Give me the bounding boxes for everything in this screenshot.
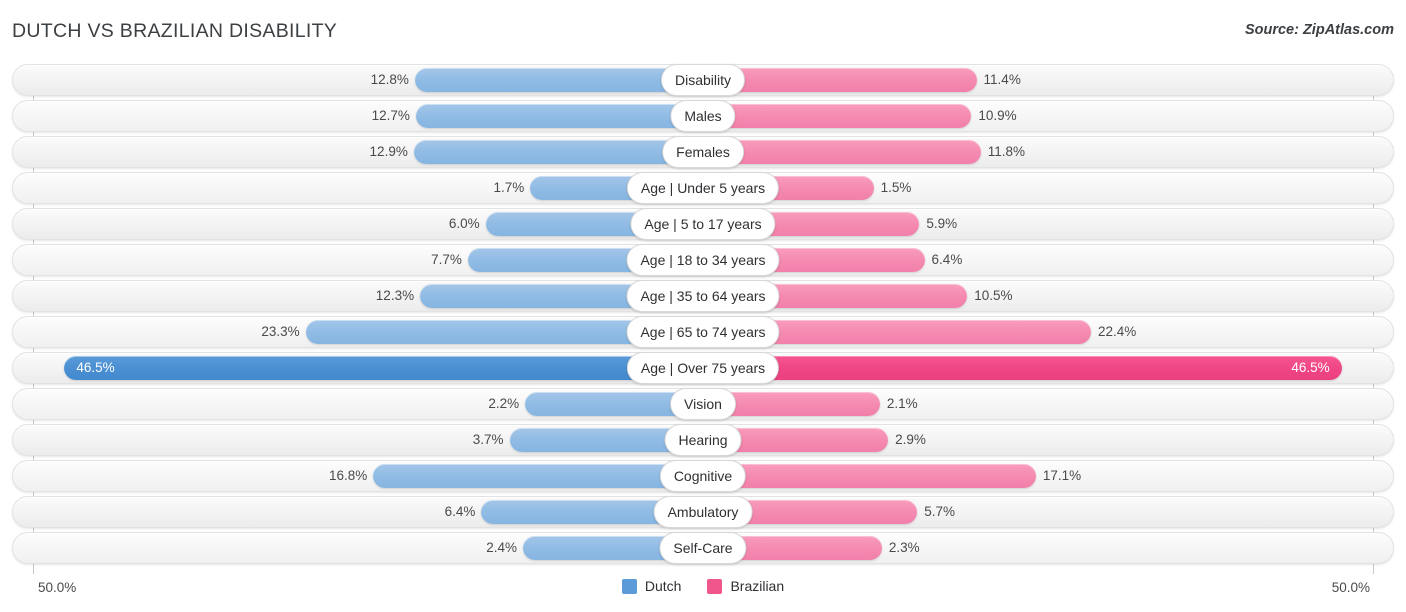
legend-label: Brazilian (730, 578, 784, 594)
bar-dutch (416, 104, 703, 128)
category-label-pill: Hearing (664, 424, 741, 456)
table-row: 2.2% 2.1% Vision (0, 386, 1406, 422)
value-label-brazilian: 6.4% (932, 242, 963, 278)
value-label-brazilian: 10.9% (978, 98, 1016, 134)
bar-dutch (64, 356, 703, 380)
category-label-pill: Ambulatory (654, 496, 753, 528)
value-label-dutch: 46.5% (76, 350, 114, 386)
bar-dutch (373, 464, 703, 488)
category-label-pill: Females (662, 136, 744, 168)
category-label-pill: Age | 5 to 17 years (630, 208, 775, 240)
value-label-dutch: 6.0% (424, 206, 480, 242)
legend: Dutch Brazilian (0, 578, 1406, 594)
table-row: 23.3% 22.4% Age | 65 to 74 years (0, 314, 1406, 350)
value-label-dutch: 7.7% (406, 242, 462, 278)
table-row: 16.8% 17.1% Cognitive (0, 458, 1406, 494)
value-label-brazilian: 5.9% (926, 206, 957, 242)
bar-brazilian (703, 356, 1342, 380)
value-label-brazilian: 22.4% (1098, 314, 1136, 350)
category-label-pill: Vision (670, 388, 736, 420)
category-label-pill: Disability (661, 64, 745, 96)
value-label-brazilian: 5.7% (924, 494, 955, 530)
value-label-dutch: 3.7% (448, 422, 504, 458)
category-label-pill: Age | 35 to 64 years (626, 280, 779, 312)
legend-item[interactable]: Dutch (622, 578, 682, 594)
bar-rows-container: 12.8%11.4%Disability12.7%10.9%Males12.9%… (0, 62, 1406, 566)
category-label-pill: Males (670, 100, 735, 132)
table-row: 1.7% 1.5% Age | Under 5 years (0, 170, 1406, 206)
value-label-brazilian: 11.8% (988, 134, 1025, 170)
category-label-pill: Cognitive (660, 460, 746, 492)
category-label-pill: Age | Over 75 years (627, 352, 779, 384)
page-title: DUTCH VS BRAZILIAN DISABILITY (12, 20, 337, 43)
table-row: 6.4% 5.7% Ambulatory (0, 494, 1406, 530)
table-row: 2.4% 2.3% Self-Care (0, 530, 1406, 566)
bar-brazilian (703, 104, 971, 128)
value-label-dutch: 6.4% (419, 494, 475, 530)
legend-label: Dutch (645, 578, 682, 594)
value-label-dutch: 2.2% (463, 386, 519, 422)
value-label-brazilian: 2.1% (887, 386, 918, 422)
table-row: 12.3% 10.5% Age | 35 to 64 years (0, 278, 1406, 314)
value-label-brazilian: 10.5% (974, 278, 1012, 314)
value-label-dutch: 12.3% (358, 278, 414, 314)
value-label-brazilian: 1.5% (881, 170, 912, 206)
chart-footer: 50.0% 50.0% DutchBrazilian (0, 574, 1406, 612)
plot-area: 12.8%11.4%Disability12.7%10.9%Males12.9%… (0, 62, 1406, 574)
legend-swatch-icon (707, 579, 722, 594)
value-label-brazilian: 11.4% (984, 62, 1021, 98)
category-label-pill: Age | 18 to 34 years (626, 244, 779, 276)
value-label-dutch: 12.8% (353, 62, 409, 98)
table-row: 12.7% 10.9% Males (0, 98, 1406, 134)
chart-header: DUTCH VS BRAZILIAN DISABILITY Source: Zi… (0, 0, 1406, 62)
table-row: 6.0% 5.9% Age | 5 to 17 years (0, 206, 1406, 242)
table-row: 3.7% 2.9% Hearing (0, 422, 1406, 458)
table-row: 12.9% 11.8% Females (0, 134, 1406, 170)
bar-dutch (415, 68, 703, 92)
legend-swatch-icon (622, 579, 637, 594)
category-label-pill: Self-Care (659, 532, 746, 564)
table-row: 12.8% 11.4% Disability (0, 62, 1406, 98)
value-label-dutch: 23.3% (244, 314, 300, 350)
value-label-dutch: 12.9% (352, 134, 408, 170)
table-row: 46.5% 46.5% Age | Over 75 years (0, 350, 1406, 386)
chart-page: DUTCH VS BRAZILIAN DISABILITY Source: Zi… (0, 0, 1406, 612)
value-label-brazilian: 46.5% (1280, 350, 1330, 386)
bar-brazilian (703, 464, 1036, 488)
value-label-dutch: 16.8% (311, 458, 367, 494)
value-label-dutch: 1.7% (468, 170, 524, 206)
category-label-pill: Age | Under 5 years (627, 172, 779, 204)
bar-dutch (414, 140, 703, 164)
value-label-brazilian: 17.1% (1043, 458, 1081, 494)
table-row: 7.7% 6.4% Age | 18 to 34 years (0, 242, 1406, 278)
source-attribution: Source: ZipAtlas.com (1245, 22, 1394, 38)
value-label-dutch: 2.4% (461, 530, 517, 566)
legend-item[interactable]: Brazilian (707, 578, 784, 594)
value-label-brazilian: 2.3% (889, 530, 920, 566)
bar-brazilian (703, 140, 981, 164)
category-label-pill: Age | 65 to 74 years (626, 316, 779, 348)
value-label-brazilian: 2.9% (895, 422, 926, 458)
value-label-dutch: 12.7% (354, 98, 410, 134)
